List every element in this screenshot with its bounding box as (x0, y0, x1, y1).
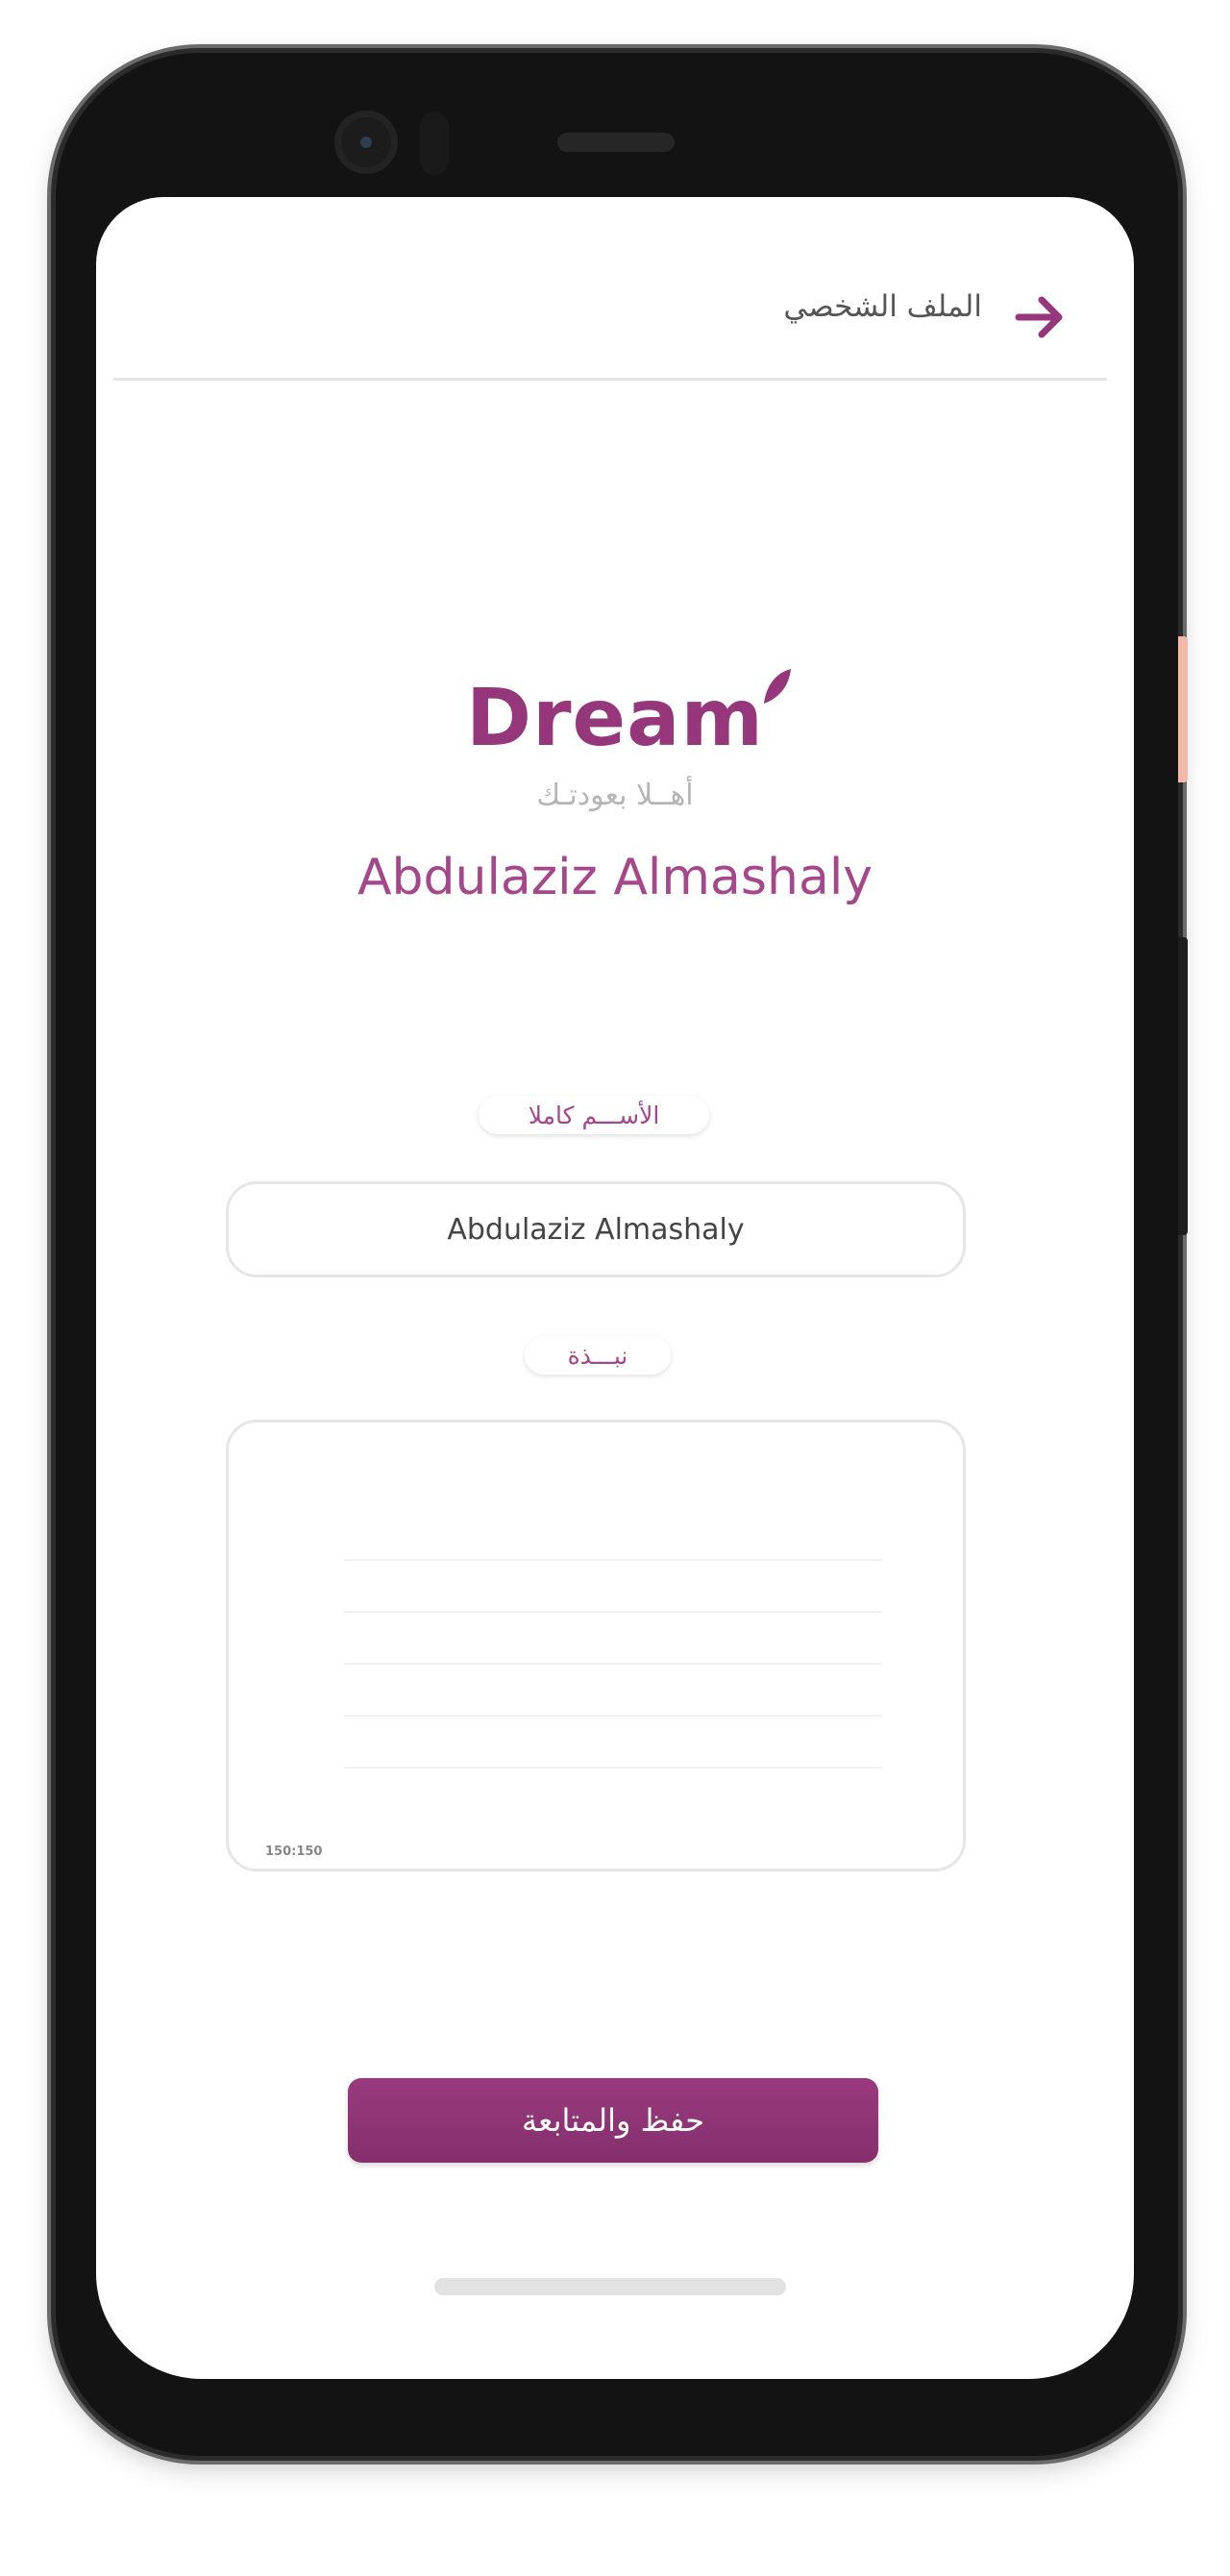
bio-label: نبـــذة (525, 1336, 671, 1375)
leaf-icon (763, 669, 791, 704)
logo-wordmark: Dream (466, 673, 764, 764)
app-screen: الملف الشخصي Dream أهــلا بعودتـك Abdula… (96, 197, 1134, 2379)
full-name-label: الأســـم كاملا (479, 1096, 709, 1134)
phone-power-button (1178, 937, 1188, 1235)
save-and-continue-button[interactable]: حفظ والمتابعة (348, 2078, 878, 2163)
phone-side-button (1178, 636, 1188, 782)
profile-display-name: Abdulaziz Almashaly (357, 849, 873, 906)
top-bar: الملف الشخصي (113, 197, 1107, 381)
arrow-right-icon[interactable] (1011, 288, 1069, 346)
proximity-sensor (420, 111, 449, 175)
full-name-input[interactable]: Abdulaziz Almashaly (226, 1181, 966, 1277)
welcome-tagline: أهــلا بعودتـك (536, 779, 694, 812)
front-camera (334, 111, 398, 174)
bio-ruled-lines (344, 1509, 882, 1817)
brand-logo: Dream (96, 669, 1134, 764)
bio-character-counter: 150:150 (265, 1845, 323, 1859)
bio-textarea[interactable]: 150:150 (226, 1420, 966, 1871)
home-indicator[interactable] (434, 2278, 786, 2295)
earpiece-speaker (557, 133, 675, 152)
page-title: الملف الشخصي (783, 289, 982, 324)
